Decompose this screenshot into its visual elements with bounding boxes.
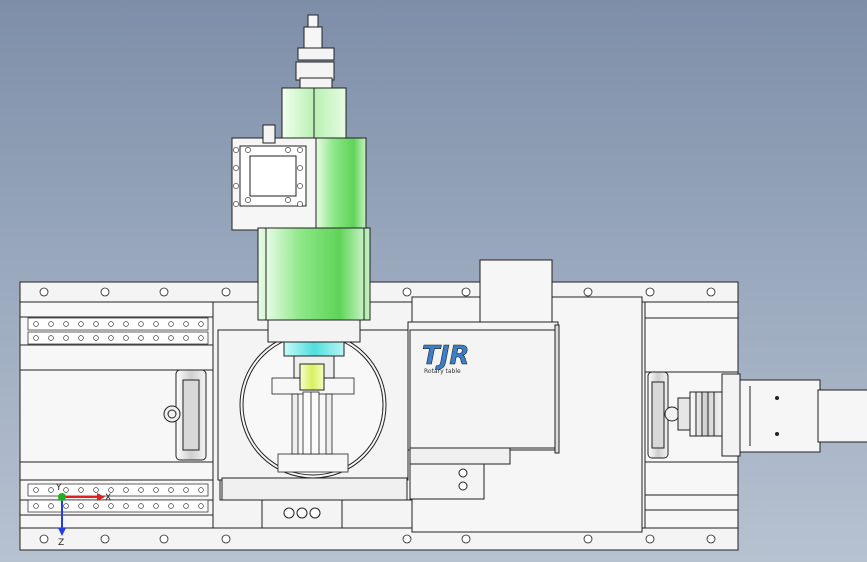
guide-bolt — [93, 503, 99, 509]
guide-bolt — [123, 503, 129, 509]
guide-bolt — [63, 335, 69, 341]
cad-viewport[interactable]: TJR Rotary table X Y Z — [0, 0, 867, 562]
guide-bolt — [123, 487, 129, 493]
guide-bolt — [183, 321, 189, 327]
guide-bolt — [153, 335, 159, 341]
guide-bolt — [108, 503, 114, 509]
guide-bolt — [198, 487, 204, 493]
brand-logo: TJR Rotary table — [422, 341, 470, 375]
guide-bolt — [198, 321, 204, 327]
block-bolt — [233, 183, 239, 189]
axis-y-label: Y — [55, 483, 62, 493]
block-bolt — [297, 165, 303, 171]
guide-bolt — [198, 335, 204, 341]
guide-bolt — [153, 487, 159, 493]
guide-bolt — [78, 503, 84, 509]
guide-bolt — [93, 487, 99, 493]
guide-bolt — [138, 503, 144, 509]
guide-bolt — [33, 321, 39, 327]
guide-bolt — [183, 503, 189, 509]
guide-bolt — [123, 335, 129, 341]
guide-bolt — [48, 335, 54, 341]
guide-bolt — [48, 487, 54, 493]
brand-logo-subtitle: Rotary table — [424, 368, 461, 375]
guide-bolt — [138, 321, 144, 327]
block-bolt — [285, 147, 291, 153]
cad-model-drawing: TJR Rotary table X Y Z — [19, 14, 867, 551]
guide-bolt — [93, 335, 99, 341]
guide-bolt — [48, 321, 54, 327]
guide-bolt — [48, 503, 54, 509]
guide-bolt — [168, 321, 174, 327]
brand-logo-text: TJR — [422, 341, 469, 371]
block-bolt — [233, 201, 239, 207]
block-bolt — [233, 165, 239, 171]
guide-bolt — [108, 321, 114, 327]
guide-bolt — [33, 335, 39, 341]
guide-bolt — [198, 503, 204, 509]
axis-x-label: X — [105, 493, 111, 503]
guide-bolt — [153, 321, 159, 327]
guide-bolt — [183, 335, 189, 341]
block-bolt — [297, 183, 303, 189]
block-bolt — [245, 147, 251, 153]
guide-bolt — [78, 321, 84, 327]
guide-bolt — [123, 321, 129, 327]
guide-bolt — [153, 503, 159, 509]
guide-bolt — [138, 487, 144, 493]
block-bolt — [285, 197, 291, 203]
guide-bolt — [78, 487, 84, 493]
guide-bolt — [33, 487, 39, 493]
guide-bolt — [33, 503, 39, 509]
guide-bolt — [108, 335, 114, 341]
block-bolt — [297, 201, 303, 207]
block-bolt — [233, 147, 239, 153]
guide-bolt — [168, 503, 174, 509]
guide-bolt — [108, 487, 114, 493]
guide-bolt — [168, 335, 174, 341]
guide-bolt — [138, 335, 144, 341]
axis-z-label: Z — [58, 538, 64, 548]
guide-bolt — [168, 487, 174, 493]
guide-bolt — [63, 321, 69, 327]
guide-bolt — [63, 487, 69, 493]
guide-bolt — [78, 335, 84, 341]
block-bolt — [297, 147, 303, 153]
guide-bolt — [63, 503, 69, 509]
block-bolt — [245, 197, 251, 203]
guide-bolt — [93, 321, 99, 327]
guide-bolt — [183, 487, 189, 493]
